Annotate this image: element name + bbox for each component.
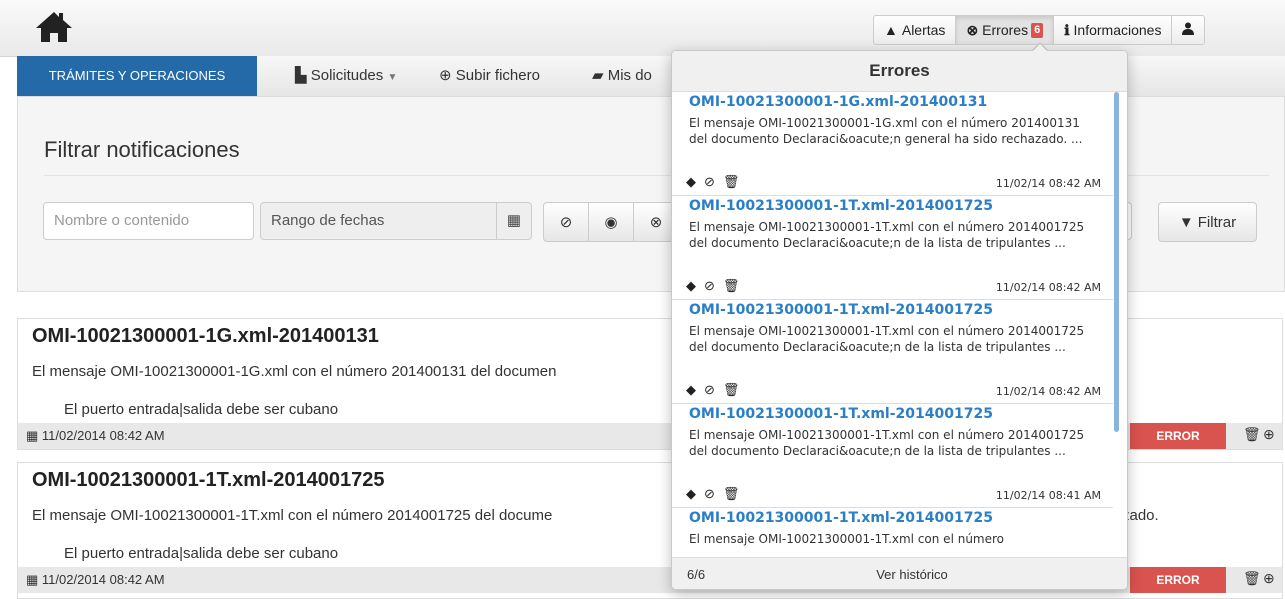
informaciones-button[interactable]: ℹ Informaciones [1054,16,1173,44]
date-range-placeholder: Rango de fechas [271,212,385,229]
error-item-actions: ◆ ⊘ 🗑 [686,382,747,398]
notification-date-text: 11/02/2014 08:42 AM [41,428,165,443]
plus-circle-icon[interactable]: ⊕ [1263,570,1275,587]
filtrar-button[interactable]: ▼ Filtrar [1158,202,1257,242]
informaciones-label: Informaciones [1073,22,1162,38]
date-range-input[interactable]: Rango de fechas ▦ [260,202,532,240]
user-menu-button[interactable] [1172,16,1204,44]
error-item-date: 11/02/14 08:42 AM [995,177,1101,190]
tag-icon[interactable]: ◆ [686,486,696,501]
error-item-title[interactable]: OMI-10021300001-1G.xml-201400131 [689,94,987,110]
errores-count-badge: 6 [1031,22,1044,38]
calendar-icon: ▦ [26,572,39,587]
trash-icon[interactable]: 🗑 [723,382,740,397]
nav-solicitudes[interactable]: ▙ Solicitudes ▼ [295,56,397,96]
notification-title[interactable]: OMI-10021300001-1T.xml-2014001725 [32,469,384,492]
notification-detail: El puerto entrada|salida debe ser cubano [64,401,339,418]
nav-solicitudes-label: Solicitudes [310,67,384,84]
error-item[interactable]: OMI-10021300001-1T.xml-2014001725 El men… [672,508,1113,557]
folder-icon: ▰ [592,67,604,84]
error-item-actions: ◆ ⊘ 🗑 [686,174,747,190]
notification-date: ▦ 11/02/2014 08:42 AM [26,428,165,444]
trash-icon[interactable]: 🗑 [723,174,740,189]
error-item-date: 11/02/14 08:41 AM [995,489,1101,502]
status-badge: ERROR [1130,567,1226,593]
error-item-actions: ◆ ⊘ 🗑 [686,278,747,294]
error-item[interactable]: OMI-10021300001-1G.xml-201400131 El mens… [672,92,1113,196]
nav-subir-label: Subir fichero [455,67,540,84]
eye-slash-icon[interactable]: ⊘ [704,278,715,293]
upload-icon: ⊕ [439,67,452,84]
popover-footer: 6/6 Ver histórico [672,557,1127,589]
status-filter-group: ⊘ ◉ ⊗ [543,202,680,242]
notification-detail: El puerto entrada|salida debe ser cubano [64,545,339,562]
nav-mis-documentos[interactable]: ▰ Mis do [592,56,652,96]
info-icon: ℹ [1064,21,1070,38]
notification-message: El mensaje OMI-10021300001-1G.xml con el… [32,363,557,380]
error-item-date: 11/02/14 08:42 AM [995,281,1101,294]
top-bar: ▲ Alertas ⊗ Errores 6 ℹ Informaciones [0,0,1285,57]
error-item-date: 11/02/14 08:42 AM [995,385,1101,398]
errores-button[interactable]: ⊗ Errores 6 [956,16,1055,44]
top-right-menu: ▲ Alertas ⊗ Errores 6 ℹ Informaciones [873,15,1206,45]
ver-historico-link[interactable]: Ver histórico [852,567,972,582]
alertas-button[interactable]: ▲ Alertas [874,16,957,44]
error-item-title[interactable]: OMI-10021300001-1T.xml-2014001725 [689,198,993,214]
error-item-message: El mensaje OMI-10021300001-1T.xml con el… [689,220,1085,250]
eye-slash-icon[interactable]: ⊘ [704,486,715,501]
calendar-icon: ▦ [26,428,39,443]
trash-icon[interactable]: 🗑 [1243,570,1261,587]
popover-caret-inner [1032,44,1048,52]
error-item-message: El mensaje OMI-10021300001-1T.xml con el… [689,532,1005,546]
filter-funnel-icon: ▼ [1178,213,1194,231]
nav-brand-tramites[interactable]: TRÁMITES Y OPERACIONES [17,56,257,96]
error-item-title[interactable]: OMI-10021300001-1T.xml-2014001725 [689,302,993,318]
error-item-actions: ◆ ⊘ 🗑 [686,486,747,502]
plus-circle-icon[interactable]: ⊕ [1263,426,1275,443]
alertas-label: Alertas [901,22,946,38]
search-input[interactable]: Nombre o contenido [43,202,254,240]
error-item[interactable]: OMI-10021300001-1T.xml-2014001725 El men… [672,196,1113,300]
calendar-icon[interactable]: ▦ [496,203,531,239]
caret-down-icon: ▼ [387,72,398,83]
warning-icon: ▲ [884,22,898,38]
trash-icon[interactable]: 🗑 [723,278,740,293]
popover-title: Errores [672,51,1127,92]
tag-icon[interactable]: ◆ [686,278,696,293]
error-item[interactable]: OMI-10021300001-1T.xml-2014001725 El men… [672,300,1113,404]
error-item-message: El mensaje OMI-10021300001-1T.xml con el… [689,428,1085,458]
ban-icon[interactable]: ⊘ [544,203,589,241]
trash-icon[interactable]: 🗑 [723,486,740,501]
popover-list[interactable]: OMI-10021300001-1G.xml-201400131 El mens… [672,92,1113,557]
filter-title: Filtrar notificaciones [44,137,240,162]
error-item-title[interactable]: OMI-10021300001-1T.xml-2014001725 [689,406,993,422]
user-icon [1182,22,1195,38]
notification-message: El mensaje OMI-10021300001-1T.xml con el… [32,507,553,524]
errors-popover: Errores OMI-10021300001-1G.xml-201400131… [671,50,1128,590]
notification-date-text: 11/02/2014 08:42 AM [41,572,165,587]
eye-slash-icon[interactable]: ⊘ [704,382,715,397]
home-icon[interactable] [34,8,74,46]
popover-scrollbar[interactable] [1114,92,1119,432]
file-icon: ▙ [295,67,307,84]
errores-label: Errores [982,22,1029,38]
trash-icon[interactable]: 🗑 [1243,426,1261,443]
error-circle-icon: ⊗ [966,21,979,38]
tag-icon[interactable]: ◆ [686,382,696,397]
error-item[interactable]: OMI-10021300001-1T.xml-2014001725 El men… [672,404,1113,508]
status-badge: ERROR [1130,423,1226,449]
eye-slash-icon[interactable]: ⊘ [704,174,715,189]
tag-icon[interactable]: ◆ [686,174,696,189]
nav-mis-label: Mis do [607,67,652,84]
error-item-message: El mensaje OMI-10021300001-1T.xml con el… [689,324,1085,354]
error-item-message: El mensaje OMI-10021300001-1G.xml con el… [689,116,1083,146]
nav-subir-fichero[interactable]: ⊕ Subir fichero [439,56,540,96]
filtrar-label: Filtrar [1197,213,1237,231]
eye-icon[interactable]: ◉ [589,203,634,241]
error-count: 6/6 [687,567,706,582]
notification-date: ▦ 11/02/2014 08:42 AM [26,572,165,588]
notification-title[interactable]: OMI-10021300001-1G.xml-201400131 [32,325,379,348]
error-item-title[interactable]: OMI-10021300001-1T.xml-2014001725 [689,510,993,526]
